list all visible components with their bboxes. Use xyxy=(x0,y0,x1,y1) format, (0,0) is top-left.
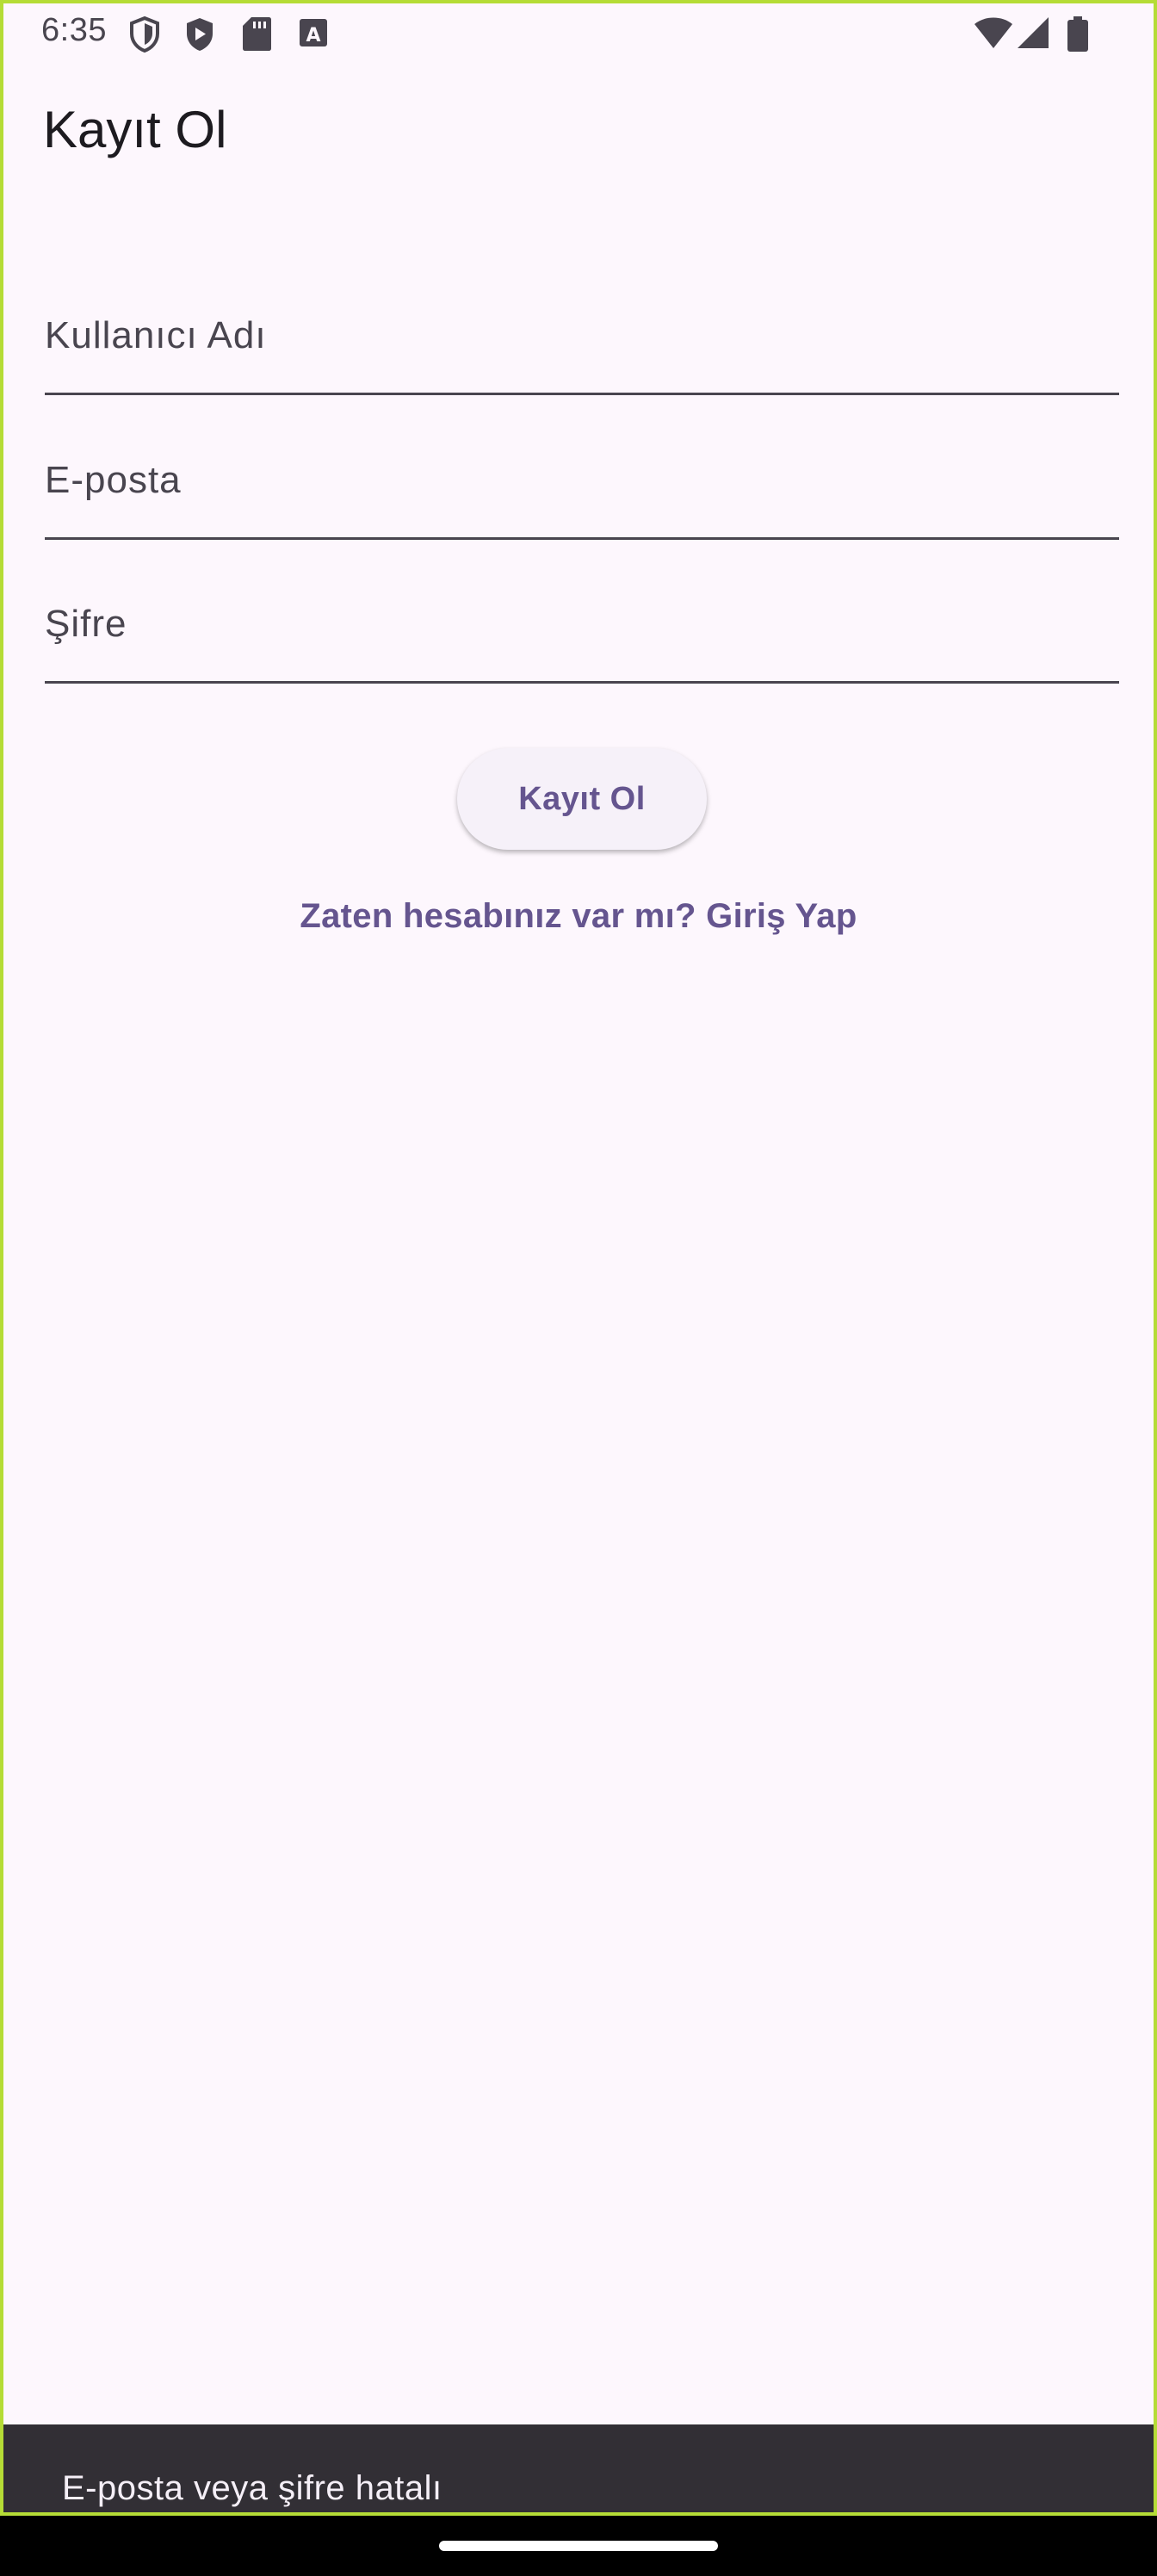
password-field[interactable]: Şifre xyxy=(45,572,1119,684)
username-label: Kullanıcı Adı xyxy=(45,314,267,356)
shield-outline-icon xyxy=(130,15,159,53)
app-screen: 6:35 A Kayıt Ol Kullanıcı Adı E-posta Şi… xyxy=(0,0,1157,2516)
email-label: E-posta xyxy=(45,459,182,501)
snackbar-message: E-posta veya şifre hatalı xyxy=(62,2469,442,2507)
battery-icon xyxy=(1067,16,1088,52)
register-button[interactable]: Kayıt Ol xyxy=(457,748,707,850)
status-bar: 6:35 A xyxy=(3,3,1154,65)
cellular-signal-icon xyxy=(1018,17,1049,48)
status-time: 6:35 xyxy=(41,12,107,48)
username-field[interactable]: Kullanıcı Adı xyxy=(45,283,1119,395)
login-link[interactable]: Zaten hesabınız var mı? Giriş Yap xyxy=(3,897,1154,936)
password-label: Şifre xyxy=(45,603,127,645)
keyboard-a-icon: A xyxy=(300,19,327,46)
play-shield-icon xyxy=(187,18,213,51)
snackbar: E-posta veya şifre hatalı xyxy=(3,2424,1154,2512)
page-title: Kayıt Ol xyxy=(43,101,227,158)
svg-text:A: A xyxy=(306,25,320,46)
gesture-navigation-handle[interactable] xyxy=(439,2541,718,2551)
wifi-icon xyxy=(974,17,1012,48)
sd-card-icon xyxy=(243,17,271,51)
email-field[interactable]: E-posta xyxy=(45,428,1119,540)
